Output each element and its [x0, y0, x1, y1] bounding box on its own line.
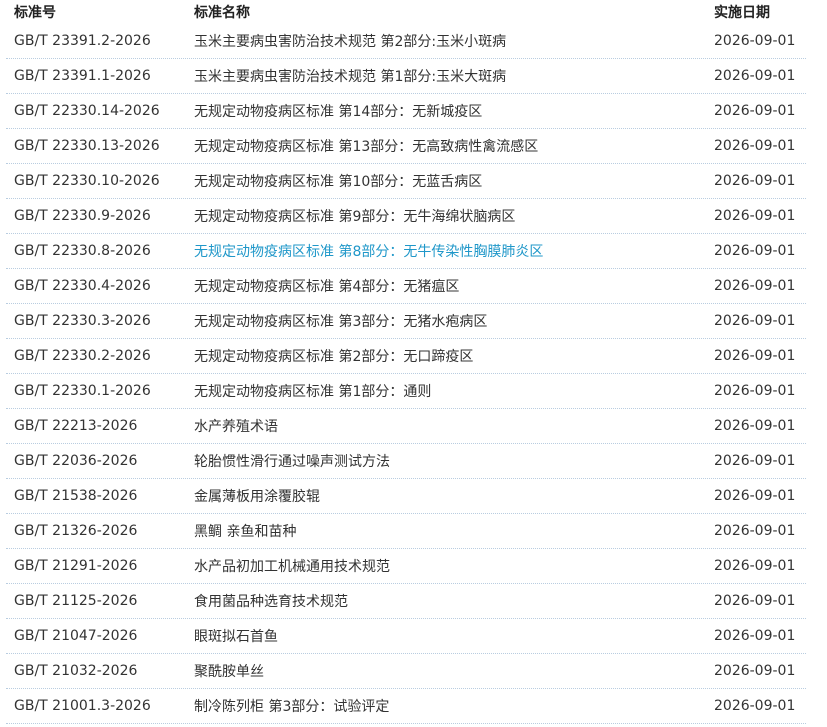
standard-name-link[interactable]: 玉米主要病虫害防治技术规范 第2部分:玉米小斑病	[194, 31, 714, 51]
standard-code: GB/T 22330.14-2026	[14, 103, 160, 119]
implementation-date: 2026-09-01	[714, 453, 796, 469]
standard-name-link[interactable]: 水产品初加工机械通用技术规范	[194, 556, 714, 576]
standard-name-link[interactable]: 制冷陈列柜 第3部分：试验评定	[194, 696, 714, 716]
table-row: GB/T 22213-2026 水产养殖术语 2026-09-01	[6, 409, 806, 444]
standard-code: GB/T 23391.1-2026	[14, 68, 151, 84]
table-row: GB/T 22330.2-2026 无规定动物疫病区标准 第2部分：无口蹄疫区 20…	[6, 339, 806, 374]
implementation-date: 2026-09-01	[714, 348, 796, 364]
implementation-date: 2026-09-01	[714, 208, 796, 224]
table-row: GB/T 22330.3-2026 无规定动物疫病区标准 第3部分：无猪水疱病区 2…	[6, 304, 806, 339]
standard-code: GB/T 22330.9-2026	[14, 208, 151, 224]
standard-name-link[interactable]: 无规定动物疫病区标准 第14部分：无新城疫区	[194, 101, 714, 121]
table-row: GB/T 22330.4-2026 无规定动物疫病区标准 第4部分：无猪瘟区 202…	[6, 269, 806, 304]
implementation-date: 2026-09-01	[714, 278, 796, 294]
standard-code: GB/T 21291-2026	[14, 558, 138, 574]
standard-code: GB/T 22036-2026	[14, 453, 138, 469]
standard-code: GB/T 22330.1-2026	[14, 383, 151, 399]
standard-name-link[interactable]: 玉米主要病虫害防治技术规范 第1部分:玉米大斑病	[194, 66, 714, 86]
standard-code: GB/T 21538-2026	[14, 488, 138, 504]
standard-code: GB/T 22330.13-2026	[14, 138, 160, 154]
implementation-date: 2026-09-01	[714, 313, 796, 329]
table-row: GB/T 21032-2026 聚酰胺单丝 2026-09-01	[6, 654, 806, 689]
table-row: GB/T 21538-2026 金属薄板用涂覆胶辊 2026-09-01	[6, 479, 806, 514]
implementation-date: 2026-09-01	[714, 558, 796, 574]
standard-name-link[interactable]: 无规定动物疫病区标准 第4部分：无猪瘟区	[194, 276, 714, 296]
standard-code: GB/T 22330.2-2026	[14, 348, 151, 364]
standard-name-link[interactable]: 无规定动物疫病区标准 第10部分：无蓝舌病区	[194, 171, 714, 191]
standard-name-link[interactable]: 聚酰胺单丝	[194, 661, 714, 681]
implementation-date: 2026-09-01	[714, 663, 796, 679]
table-row: GB/T 22330.13-2026 无规定动物疫病区标准 第13部分：无高致病性…	[6, 129, 806, 164]
standard-name-link[interactable]: 水产养殖术语	[194, 416, 714, 436]
standard-name-link[interactable]: 无规定动物疫病区标准 第13部分：无高致病性禽流感区	[194, 136, 714, 156]
table-row: GB/T 22330.10-2026 无规定动物疫病区标准 第10部分：无蓝舌病区…	[6, 164, 806, 199]
standard-code: GB/T 22213-2026	[14, 418, 138, 434]
table-row: GB/T 21001.3-2026 制冷陈列柜 第3部分：试验评定 2026-09-…	[6, 689, 806, 724]
standard-name-link[interactable]: 黑鲷 亲鱼和苗种	[194, 521, 714, 541]
standard-name-link[interactable]: 食用菌品种选育技术规范	[194, 591, 714, 611]
implementation-date: 2026-09-01	[714, 68, 796, 84]
table-row: GB/T 23391.1-2026 玉米主要病虫害防治技术规范 第1部分:玉米大斑…	[6, 59, 806, 94]
standard-name-link[interactable]: 无规定动物疫病区标准 第8部分：无牛传染性胸膜肺炎区	[194, 241, 714, 261]
table-body: GB/T 23391.2-2026 玉米主要病虫害防治技术规范 第2部分:玉米小斑…	[6, 24, 806, 724]
standard-code: GB/T 22330.8-2026	[14, 243, 151, 259]
standard-name-link[interactable]: 无规定动物疫病区标准 第9部分：无牛海绵状脑病区	[194, 206, 714, 226]
standard-code: GB/T 21032-2026	[14, 663, 138, 679]
standard-code: GB/T 21001.3-2026	[14, 698, 151, 714]
table-row: GB/T 21047-2026 眼斑拟石首鱼 2026-09-01	[6, 619, 806, 654]
implementation-date: 2026-09-01	[714, 628, 796, 644]
standard-code: GB/T 23391.2-2026	[14, 33, 151, 49]
table-row: GB/T 22330.14-2026 无规定动物疫病区标准 第14部分：无新城疫区…	[6, 94, 806, 129]
implementation-date: 2026-09-01	[714, 698, 796, 714]
standard-name-link[interactable]: 无规定动物疫病区标准 第3部分：无猪水疱病区	[194, 311, 714, 331]
table-row: GB/T 21326-2026 黑鲷 亲鱼和苗种 2026-09-01	[6, 514, 806, 549]
table-row: GB/T 22330.8-2026 无规定动物疫病区标准 第8部分：无牛传染性胸膜…	[6, 234, 806, 269]
implementation-date: 2026-09-01	[714, 418, 796, 434]
standard-name-link[interactable]: 无规定动物疫病区标准 第2部分：无口蹄疫区	[194, 346, 714, 366]
implementation-date: 2026-09-01	[714, 488, 796, 504]
table-row: GB/T 21291-2026 水产品初加工机械通用技术规范 2026-09-01	[6, 549, 806, 584]
table-row: GB/T 22036-2026 轮胎惯性滑行通过噪声测试方法 2026-09-01	[6, 444, 806, 479]
standard-code: GB/T 22330.4-2026	[14, 278, 151, 294]
table-header: 标准号 标准名称 实施日期	[6, 0, 806, 24]
implementation-date: 2026-09-01	[714, 33, 796, 49]
implementation-date: 2026-09-01	[714, 593, 796, 609]
standard-name-link[interactable]: 金属薄板用涂覆胶辊	[194, 486, 714, 506]
implementation-date: 2026-09-01	[714, 523, 796, 539]
table-row: GB/T 23391.2-2026 玉米主要病虫害防治技术规范 第2部分:玉米小斑…	[6, 24, 806, 59]
standard-code: GB/T 21125-2026	[14, 593, 138, 609]
standard-name-link[interactable]: 无规定动物疫病区标准 第1部分：通则	[194, 381, 714, 401]
implementation-date: 2026-09-01	[714, 103, 796, 119]
standard-code: GB/T 22330.3-2026	[14, 313, 151, 329]
table-row: GB/T 22330.1-2026 无规定动物疫病区标准 第1部分：通则 2026-…	[6, 374, 806, 409]
standard-name-link[interactable]: 轮胎惯性滑行通过噪声测试方法	[194, 451, 714, 471]
header-name: 标准名称	[194, 5, 250, 21]
standard-name-link[interactable]: 眼斑拟石首鱼	[194, 626, 714, 646]
standard-code: GB/T 22330.10-2026	[14, 173, 160, 189]
standards-table: 标准号 标准名称 实施日期 GB/T 23391.2-2026 玉米主要病虫害防治…	[6, 0, 806, 724]
standard-code: GB/T 21047-2026	[14, 628, 138, 644]
table-row: GB/T 21125-2026 食用菌品种选育技术规范 2026-09-01	[6, 584, 806, 619]
header-code: 标准号	[14, 5, 56, 21]
implementation-date: 2026-09-01	[714, 243, 796, 259]
standard-code: GB/T 21326-2026	[14, 523, 138, 539]
implementation-date: 2026-09-01	[714, 383, 796, 399]
header-date: 实施日期	[714, 5, 770, 21]
table-row: GB/T 22330.9-2026 无规定动物疫病区标准 第9部分：无牛海绵状脑病…	[6, 199, 806, 234]
implementation-date: 2026-09-01	[714, 173, 796, 189]
implementation-date: 2026-09-01	[714, 138, 796, 154]
